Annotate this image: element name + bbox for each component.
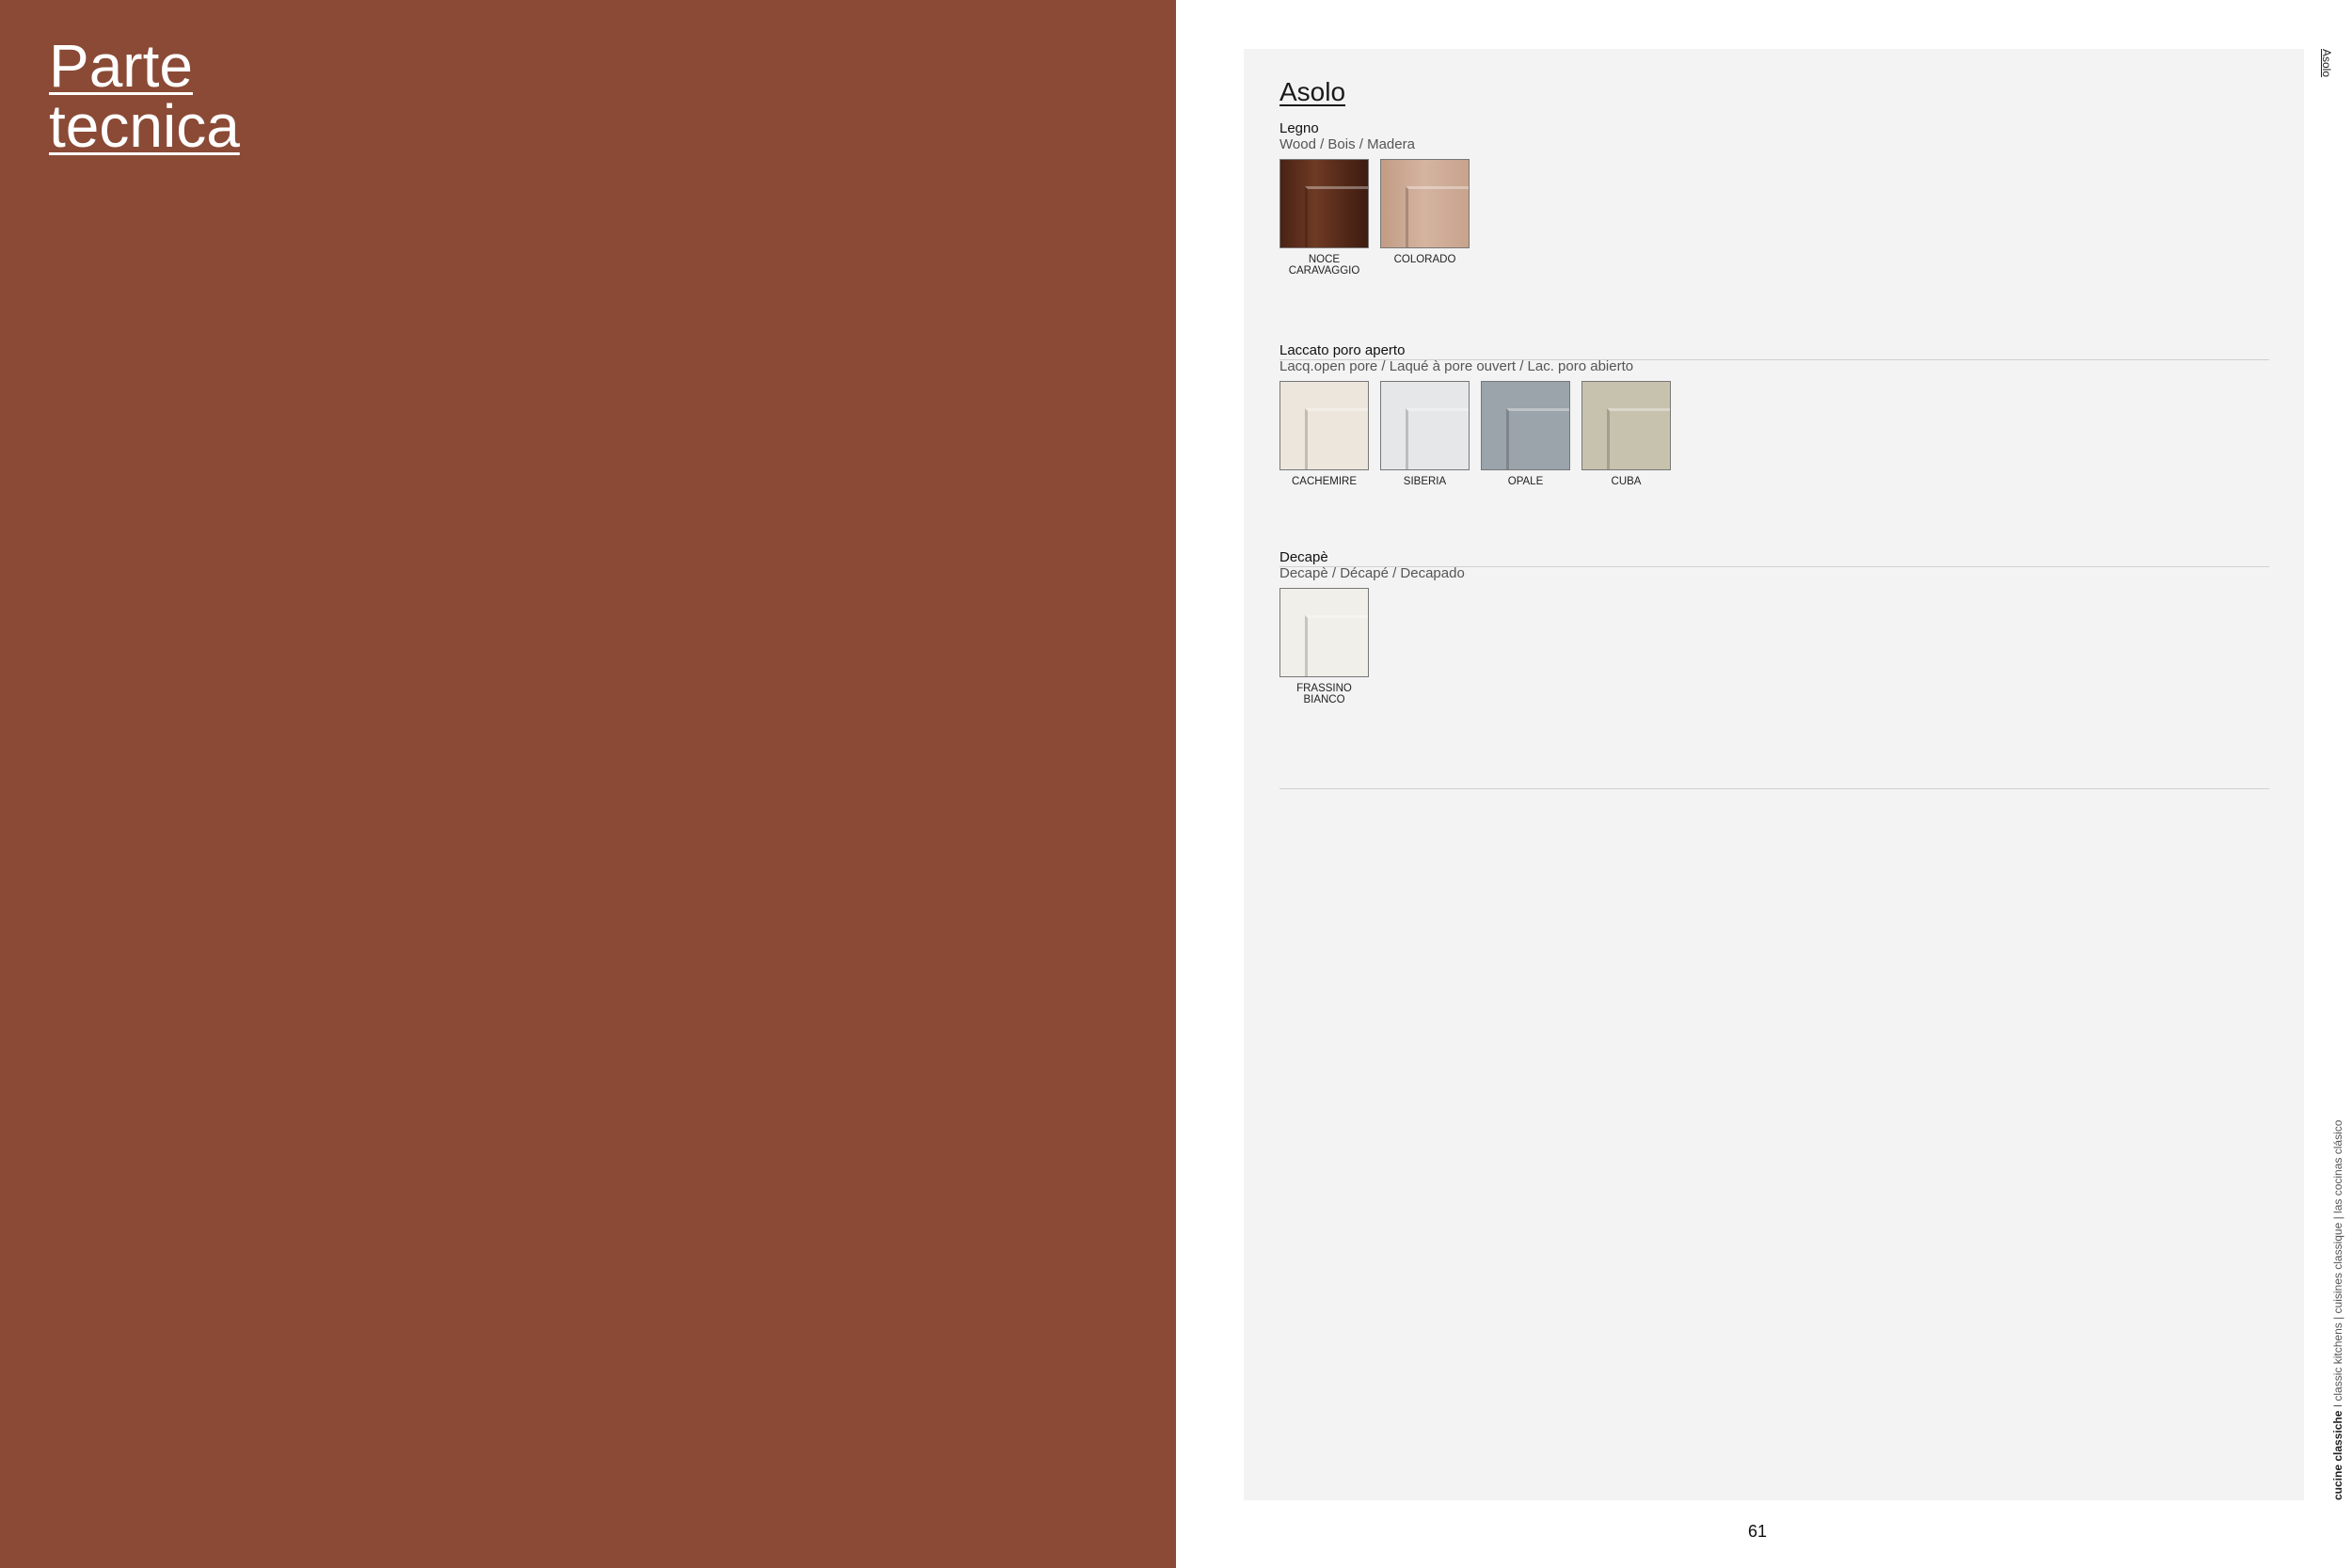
swatch-label: CUBA xyxy=(1611,476,1642,487)
swatch-image xyxy=(1380,159,1470,248)
swatch-list: NOCE CARAVAGGIO COLORADO xyxy=(1279,159,1470,277)
swatch-opale[interactable]: OPALE xyxy=(1481,381,1570,487)
cover-panel: Parte tecnica xyxy=(0,0,1176,1568)
swatch-image xyxy=(1380,381,1470,470)
running-footer-text: I classic kitchens | cuisines classique … xyxy=(2331,1119,2344,1411)
swatch-label: NOCE CARAVAGGIO xyxy=(1288,254,1360,277)
swatch-image xyxy=(1481,381,1570,470)
swatch-frassino-bianco[interactable]: FRASSINO BIANCO xyxy=(1279,588,1369,705)
swatch-noce-caravaggio[interactable]: NOCE CARAVAGGIO xyxy=(1279,159,1369,277)
finish-section-laccato: Laccato poro aperto Lacq.open pore / Laq… xyxy=(1279,342,2269,567)
page-number: 61 xyxy=(1748,1522,1768,1541)
swatch-image xyxy=(1581,381,1671,470)
section-subheading: Decapè / Décapé / Decapado xyxy=(1279,565,1465,581)
swatch-cuba[interactable]: CUBA xyxy=(1581,381,1671,487)
finish-section-legno: Legno Wood / Bois / Madera NOCE CARAVAGG… xyxy=(1279,120,2269,360)
swatch-image xyxy=(1279,159,1369,248)
swatch-label: SIBERIA xyxy=(1403,476,1447,487)
swatch-label: FRASSINO BIANCO xyxy=(1296,683,1352,705)
swatch-label: COLORADO xyxy=(1393,254,1456,265)
running-header: Asolo xyxy=(2320,49,2333,78)
section-title-line-1: Parte xyxy=(49,32,193,100)
running-footer: cucine classiche I classic kitchens | cu… xyxy=(2331,1120,2344,1500)
divider xyxy=(1279,788,2269,789)
swatch-image xyxy=(1279,381,1369,470)
finishes-panel: Asolo Legno Wood / Bois / Madera NOCE CA… xyxy=(1244,49,2304,1500)
swatch-list: CACHEMIRE SIBERIA OPALE CUBA xyxy=(1279,381,1671,487)
section-subheading: Lacq.open pore / Laqué à pore ouvert / L… xyxy=(1279,358,1634,374)
swatch-list: FRASSINO BIANCO xyxy=(1279,588,1369,705)
swatch-label: OPALE xyxy=(1507,476,1544,487)
swatch-image xyxy=(1279,588,1369,677)
swatch-cachemire[interactable]: CACHEMIRE xyxy=(1279,381,1369,487)
swatch-colorado[interactable]: COLORADO xyxy=(1380,159,1470,277)
section-subheading: Wood / Bois / Madera xyxy=(1279,136,1415,152)
model-title: Asolo xyxy=(1279,77,1346,106)
section-heading: Laccato poro aperto xyxy=(1279,342,1406,358)
section-title-line-2: tecnica xyxy=(49,92,240,160)
swatch-siberia[interactable]: SIBERIA xyxy=(1380,381,1470,487)
finish-section-decape: Decapè Decapè / Décapé / Decapado FRASSI… xyxy=(1279,549,2269,789)
section-title: Parte tecnica xyxy=(49,36,240,156)
section-heading: Decapè xyxy=(1279,549,1328,565)
catalog-page: Asolo Legno Wood / Bois / Madera NOCE CA… xyxy=(1176,0,2352,1568)
running-footer-bold: cucine classiche xyxy=(2331,1410,2344,1500)
section-heading: Legno xyxy=(1279,120,1319,136)
swatch-label: CACHEMIRE xyxy=(1291,476,1357,487)
